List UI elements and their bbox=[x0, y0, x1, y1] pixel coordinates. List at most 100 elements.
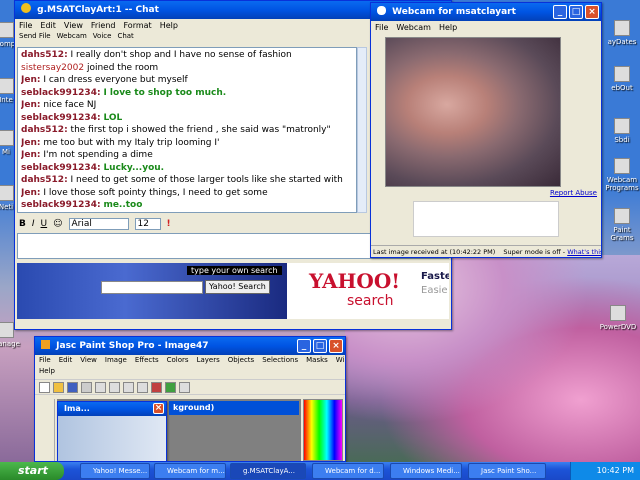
help-icon[interactable] bbox=[179, 382, 190, 393]
start-button[interactable]: start bbox=[0, 462, 64, 480]
underline-button[interactable]: U bbox=[41, 219, 48, 229]
psp-tool-palette bbox=[37, 399, 55, 461]
system-tray: 10:42 PM bbox=[570, 462, 640, 480]
folder-icon bbox=[0, 130, 14, 146]
app-icon bbox=[614, 20, 630, 36]
menu-layers[interactable]: Layers bbox=[197, 356, 220, 364]
buzz-icon[interactable]: ! bbox=[167, 219, 171, 229]
menu-help[interactable]: Help bbox=[39, 367, 55, 375]
ad-banner[interactable]: type your own search Yahoo! Search YAHOO… bbox=[17, 263, 449, 319]
close-button[interactable]: × bbox=[585, 5, 599, 19]
ad-search-input[interactable] bbox=[101, 281, 203, 294]
psp-titlebar[interactable]: Jasc Paint Shop Pro - Image47 _ □ × bbox=[35, 337, 345, 355]
ad-side-text-1: Faste bbox=[421, 271, 449, 282]
minimize-button[interactable]: _ bbox=[553, 5, 567, 19]
chat-message: dahs512: the first top i showed the frie… bbox=[21, 125, 331, 135]
menu-help[interactable]: Help bbox=[439, 23, 457, 32]
menu-edit[interactable]: Edit bbox=[59, 356, 73, 364]
image-canvas bbox=[58, 416, 166, 461]
size-select[interactable]: 12 bbox=[134, 218, 161, 230]
paste-icon[interactable] bbox=[123, 382, 134, 393]
desktop-icon-6[interactable]: ayDates bbox=[602, 20, 640, 46]
histogram-icon[interactable] bbox=[151, 382, 162, 393]
webcam-titlebar[interactable]: Webcam for msatclayart _ □ × bbox=[371, 3, 601, 21]
menu-file[interactable]: File bbox=[39, 356, 51, 364]
palette-icon[interactable] bbox=[165, 382, 176, 393]
paint-icon bbox=[614, 208, 630, 224]
save-icon[interactable] bbox=[67, 382, 78, 393]
menu-window[interactable]: Window bbox=[336, 356, 345, 364]
desktop-icon-8[interactable]: Sbdi bbox=[602, 118, 640, 144]
cut-icon[interactable] bbox=[95, 382, 106, 393]
webcam-title: Webcam for msatclayart bbox=[392, 7, 516, 17]
minimize-button[interactable]: _ bbox=[297, 339, 311, 353]
menu-view[interactable]: View bbox=[64, 21, 83, 30]
ad-side-text-2: Easie bbox=[421, 285, 448, 296]
chat-message: seblack991234: LOL bbox=[21, 112, 123, 123]
webcam-window: Webcam for msatclayart _ □ × File Webcam H… bbox=[370, 2, 602, 258]
menu-effects[interactable]: Effects bbox=[135, 356, 159, 364]
menu-view[interactable]: View bbox=[80, 356, 97, 364]
desktop-icon-7[interactable]: ebOut bbox=[602, 66, 640, 92]
format-bar: B I U ☺ Arial 12 ! bbox=[19, 217, 171, 231]
desktop-icon-9[interactable]: Webcam Programs bbox=[602, 158, 640, 192]
send-file-button[interactable]: Send File bbox=[19, 32, 51, 48]
psp-background-window: kground) bbox=[169, 401, 299, 415]
chat-message: Jen: I can dress everyone but myself bbox=[21, 75, 188, 85]
chat-scrollbar[interactable] bbox=[357, 47, 367, 213]
image-titlebar[interactable]: Ima... × bbox=[58, 402, 166, 416]
desktop-icon-10[interactable]: Paint Grams bbox=[602, 208, 640, 242]
taskbar-item[interactable]: g.MSATClayA... bbox=[230, 463, 306, 479]
close-button[interactable]: × bbox=[329, 339, 343, 353]
close-button[interactable]: × bbox=[153, 403, 164, 414]
taskbar-item[interactable]: Yahoo! Messe... bbox=[80, 463, 150, 479]
ad-search-button[interactable]: Yahoo! Search bbox=[205, 280, 270, 294]
font-select[interactable]: Arial bbox=[68, 218, 129, 230]
italic-button[interactable]: I bbox=[32, 219, 35, 229]
psp-color-palette[interactable] bbox=[303, 399, 343, 461]
webcam-icon bbox=[614, 158, 630, 174]
menu-masks[interactable]: Masks bbox=[306, 356, 328, 364]
copy-icon[interactable] bbox=[109, 382, 120, 393]
app-icon bbox=[614, 118, 630, 134]
menu-selections[interactable]: Selections bbox=[262, 356, 298, 364]
print-icon[interactable] bbox=[81, 382, 92, 393]
taskbar-item[interactable]: Windows Medi... bbox=[390, 463, 462, 479]
super-mode-status: Super mode is off - bbox=[503, 248, 568, 256]
chat-message: seblack991234: me..too bbox=[21, 200, 143, 210]
menu-help[interactable]: Help bbox=[160, 21, 178, 30]
menu-webcam[interactable]: Webcam bbox=[396, 23, 431, 32]
dvd-icon bbox=[610, 305, 626, 321]
last-image-status: Last image received at (10:42:22 PM) bbox=[373, 248, 496, 256]
chat-message: Jen: me too but with my Italy trip loomi… bbox=[21, 137, 220, 148]
menu-friend[interactable]: Friend bbox=[91, 21, 116, 30]
whats-this-link[interactable]: What's this? bbox=[567, 248, 601, 256]
taskbar-item[interactable]: Jasc Paint Sho... bbox=[468, 463, 546, 479]
open-icon[interactable] bbox=[53, 382, 64, 393]
menu-colors[interactable]: Colors bbox=[167, 356, 189, 364]
emoticon-icon[interactable]: ☺ bbox=[53, 219, 62, 229]
menu-image[interactable]: Image bbox=[105, 356, 127, 364]
chat-app-icon bbox=[21, 3, 31, 13]
maximize-button[interactable]: □ bbox=[569, 5, 583, 19]
voice-button[interactable]: Voice bbox=[93, 32, 112, 48]
taskbar-item[interactable]: Webcam for d... bbox=[312, 463, 384, 479]
new-icon[interactable] bbox=[39, 382, 50, 393]
zoom-icon[interactable] bbox=[137, 382, 148, 393]
menu-file[interactable]: File bbox=[375, 23, 388, 32]
chat-title: g.MSATClayArt:1 -- Chat bbox=[37, 5, 159, 15]
desktop-icon-11[interactable]: PowerDVD bbox=[598, 305, 638, 331]
taskbar: start Yahoo! Messe... Webcam for m... g.… bbox=[0, 462, 640, 480]
maximize-button[interactable]: □ bbox=[313, 339, 327, 353]
menu-format[interactable]: Format bbox=[123, 21, 151, 30]
menu-edit[interactable]: Edit bbox=[40, 21, 56, 30]
report-abuse-link[interactable]: Report Abuse bbox=[550, 189, 597, 197]
webcam-button[interactable]: Webcam bbox=[57, 32, 87, 48]
yahoo-search-label: search bbox=[347, 293, 394, 309]
bold-button[interactable]: B bbox=[19, 219, 26, 229]
chat-button[interactable]: Chat bbox=[117, 32, 133, 48]
taskbar-item[interactable]: Webcam for m... bbox=[154, 463, 226, 479]
chat-messages: dahs512: I really don't shop and I have … bbox=[17, 47, 357, 213]
menu-file[interactable]: File bbox=[19, 21, 32, 30]
menu-objects[interactable]: Objects bbox=[228, 356, 254, 364]
